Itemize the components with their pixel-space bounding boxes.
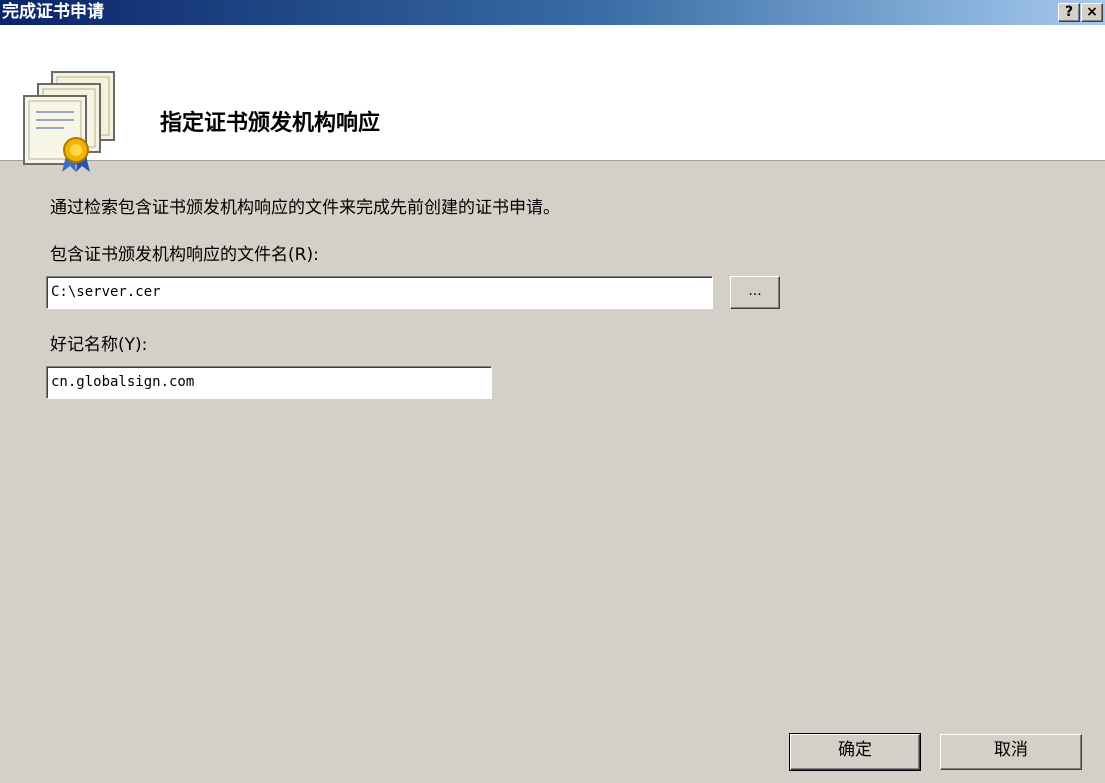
browse-button[interactable]: ... (730, 276, 780, 309)
certificate-icon (23, 71, 115, 172)
cancel-button[interactable]: 取消 (940, 734, 1082, 770)
friendly-name-label: 好记名称(Y): (50, 335, 148, 355)
file-name-label: 包含证书颁发机构响应的文件名(R): (50, 245, 319, 265)
close-button[interactable]: × (1081, 3, 1103, 22)
window-title: 完成证书申请 (2, 2, 104, 22)
title-bar[interactable]: 完成证书申请 ? × (0, 0, 1105, 25)
friendly-name-input[interactable]: cn.globalsign.com (46, 366, 492, 399)
help-button[interactable]: ? (1058, 3, 1080, 22)
wizard-header: 指定证书颁发机构响应 (0, 25, 1105, 172)
description-text: 通过检索包含证书颁发机构响应的文件来完成先前创建的证书申请。 (50, 198, 560, 218)
file-name-input[interactable]: C:\server.cer (46, 276, 713, 309)
ok-button[interactable]: 确定 (789, 733, 921, 771)
page-heading: 指定证书颁发机构响应 (160, 111, 381, 136)
